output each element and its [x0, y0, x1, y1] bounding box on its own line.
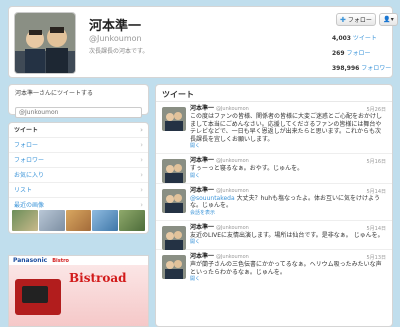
- timeline-title: ツイート: [156, 85, 392, 102]
- compose-input[interactable]: [15, 107, 142, 118]
- sidebar-ad[interactable]: Panasonic Bistro Bistroad: [8, 255, 149, 327]
- tweet-avatar[interactable]: [162, 159, 186, 183]
- profile-header: 河本準一 @Junkoumon 次長課長の河本です。 ✚ フォロー 👤 ▾ 4,…: [8, 6, 398, 78]
- ad-brand: Panasonic: [13, 257, 48, 264]
- recent-image-thumb[interactable]: [65, 210, 92, 231]
- recent-images-gallery: [8, 208, 149, 234]
- profile-handle: @Junkoumon: [89, 34, 142, 43]
- chevron-right-icon: ›: [140, 126, 143, 134]
- profile-avatar[interactable]: [14, 12, 76, 74]
- nav-item-favorites[interactable]: お気に入り ›: [9, 168, 148, 183]
- tweet-author-name[interactable]: 河本準一: [190, 253, 214, 260]
- tweet-date[interactable]: 5月26日: [366, 106, 386, 113]
- chevron-right-icon: ›: [140, 186, 143, 194]
- tweet-author-handle[interactable]: @Junkoumon: [216, 254, 249, 260]
- tweet-avatar[interactable]: [162, 188, 186, 213]
- stat-followers[interactable]: 398,996 フォロワー: [332, 61, 392, 76]
- tweet-author-handle[interactable]: @Junkoumon: [216, 188, 249, 194]
- tweet-avatar[interactable]: [162, 255, 186, 279]
- bird-icon: ✚: [340, 15, 346, 24]
- tweet-author-name[interactable]: 河本準一: [190, 105, 214, 112]
- ad-product-image: [15, 279, 61, 315]
- chevron-down-icon: ▾: [390, 16, 394, 23]
- tweet-expand-link[interactable]: 開く: [190, 173, 386, 180]
- user-icon: 👤: [383, 16, 391, 23]
- nav-item-label: フォロワー: [14, 157, 45, 164]
- stat-value: 269: [332, 50, 345, 57]
- stat-label: ツイート: [352, 35, 377, 42]
- ad-title: Bistroad: [69, 271, 127, 285]
- recent-image-thumb[interactable]: [38, 210, 65, 231]
- profile-name: 河本準一: [89, 19, 142, 34]
- tweet-author-name[interactable]: 河本準一: [190, 157, 214, 164]
- ad-sub: Bistro: [52, 257, 69, 264]
- profile-bio: 次長課長の河本です。: [89, 48, 149, 55]
- follow-button[interactable]: ✚ フォロー: [336, 13, 376, 26]
- stat-label: フォロワー: [361, 65, 392, 72]
- tweet-avatar[interactable]: [162, 225, 186, 250]
- tweet-expand-link[interactable]: 開く: [190, 143, 386, 150]
- tweet-author-handle[interactable]: @Junkoumon: [216, 106, 249, 112]
- tweet-item[interactable]: 河本準一 @Junkoumon 5月26日 この度はファンの皆様、関係者の皆様に…: [156, 102, 392, 154]
- nav-item-label: ツイート: [14, 127, 39, 134]
- stat-value: 4,003: [332, 35, 351, 42]
- recent-image-thumb[interactable]: [119, 210, 145, 231]
- tweet-date[interactable]: 5月14日: [366, 225, 386, 232]
- tweet-item[interactable]: 河本準一 @Junkoumon 5月13日 声が蘭子さんの三色伝書にかかってるな…: [156, 250, 392, 286]
- nav-item-following[interactable]: フォロー ›: [9, 138, 148, 153]
- tweet-author-handle[interactable]: @Junkoumon: [216, 225, 249, 231]
- tweet-conversation-link[interactable]: 会話を表示: [190, 210, 386, 217]
- recent-image-thumb[interactable]: [92, 210, 119, 231]
- stat-tweets[interactable]: 4,003 ツイート: [332, 31, 392, 46]
- nav-item-followers[interactable]: フォロワー ›: [9, 153, 148, 168]
- tweet-date[interactable]: 5月14日: [366, 188, 386, 195]
- follow-button-label: フォロー: [347, 17, 372, 24]
- user-actions-button[interactable]: 👤 ▾: [379, 13, 398, 26]
- compose-title: 河本準一さんにツイートする: [15, 90, 94, 97]
- tweet-item[interactable]: 河本準一 @Junkoumon 5月14日 @souuntakeda 大丈夫？h…: [156, 184, 392, 221]
- nav-item-tweets[interactable]: ツイート ›: [9, 123, 148, 138]
- tweet-author-handle[interactable]: @Junkoumon: [216, 158, 249, 164]
- tweet-date[interactable]: 5月13日: [366, 254, 386, 261]
- tweet-expand-link[interactable]: 開く: [190, 276, 386, 283]
- stat-following[interactable]: 269 フォロー: [332, 46, 392, 61]
- chevron-right-icon: ›: [140, 156, 143, 164]
- tweet-text: この度はファンの皆様、関係者の皆様に大変ご迷惑とご心配をおかけしまして本当にごめ…: [190, 113, 383, 143]
- tweet-avatar[interactable]: [162, 107, 186, 131]
- profile-stats: 4,003 ツイート 269 フォロー 398,996 フォロワー: [332, 31, 392, 76]
- nav-item-label: リスト: [14, 187, 33, 194]
- tweet-mention-link[interactable]: @souuntakeda: [190, 195, 235, 202]
- tweet-date[interactable]: 5月16日: [366, 158, 386, 165]
- stat-value: 398,996: [332, 65, 360, 72]
- chevron-right-icon: ›: [140, 141, 143, 149]
- tweet-author-name[interactable]: 河本準一: [190, 224, 214, 231]
- tweet-text: 声が蘭子さんの三色伝書にかかってるなぁ。ヘリウム吸ったみたいな声といったらわかる…: [190, 261, 382, 276]
- tweet-text: すぅーっと寝るなぁ。おやす。じゅんを。: [190, 165, 304, 172]
- tweet-item[interactable]: 河本準一 @Junkoumon 5月16日 すぅーっと寝るなぁ。おやす。じゅんを…: [156, 154, 392, 184]
- tweet-author-name[interactable]: 河本準一: [190, 187, 214, 194]
- tweet-text: 友近のLIVEに友情出演します。場所は仙台です。是非なぁ。 じゅんを。: [190, 231, 384, 239]
- nav-item-lists[interactable]: リスト ›: [9, 183, 148, 198]
- compose-box: 河本準一さんにツイートする: [8, 84, 149, 118]
- tweets-timeline: ツイート 河本準一 @Junkoumon 5月26日 この度はファンの皆様、関係…: [155, 84, 393, 327]
- nav-item-label: フォロー: [14, 142, 39, 149]
- recent-image-thumb[interactable]: [12, 210, 38, 231]
- tweet-item[interactable]: 河本準一 @Junkoumon 5月14日 友近のLIVEに友情出演します。場所…: [156, 221, 392, 250]
- tweet-text: @souuntakeda 大丈夫？huhも塩なったよ。体お互いに気をけけような。…: [190, 195, 386, 210]
- chevron-right-icon: ›: [140, 171, 143, 179]
- tweet-expand-link[interactable]: 開く: [190, 239, 386, 246]
- nav-item-label: お気に入り: [14, 172, 45, 179]
- profile-nav: ツイート › フォロー › フォロワー › お気に入り › リスト › 最近の画…: [8, 122, 149, 216]
- stat-label: フォロー: [346, 50, 371, 57]
